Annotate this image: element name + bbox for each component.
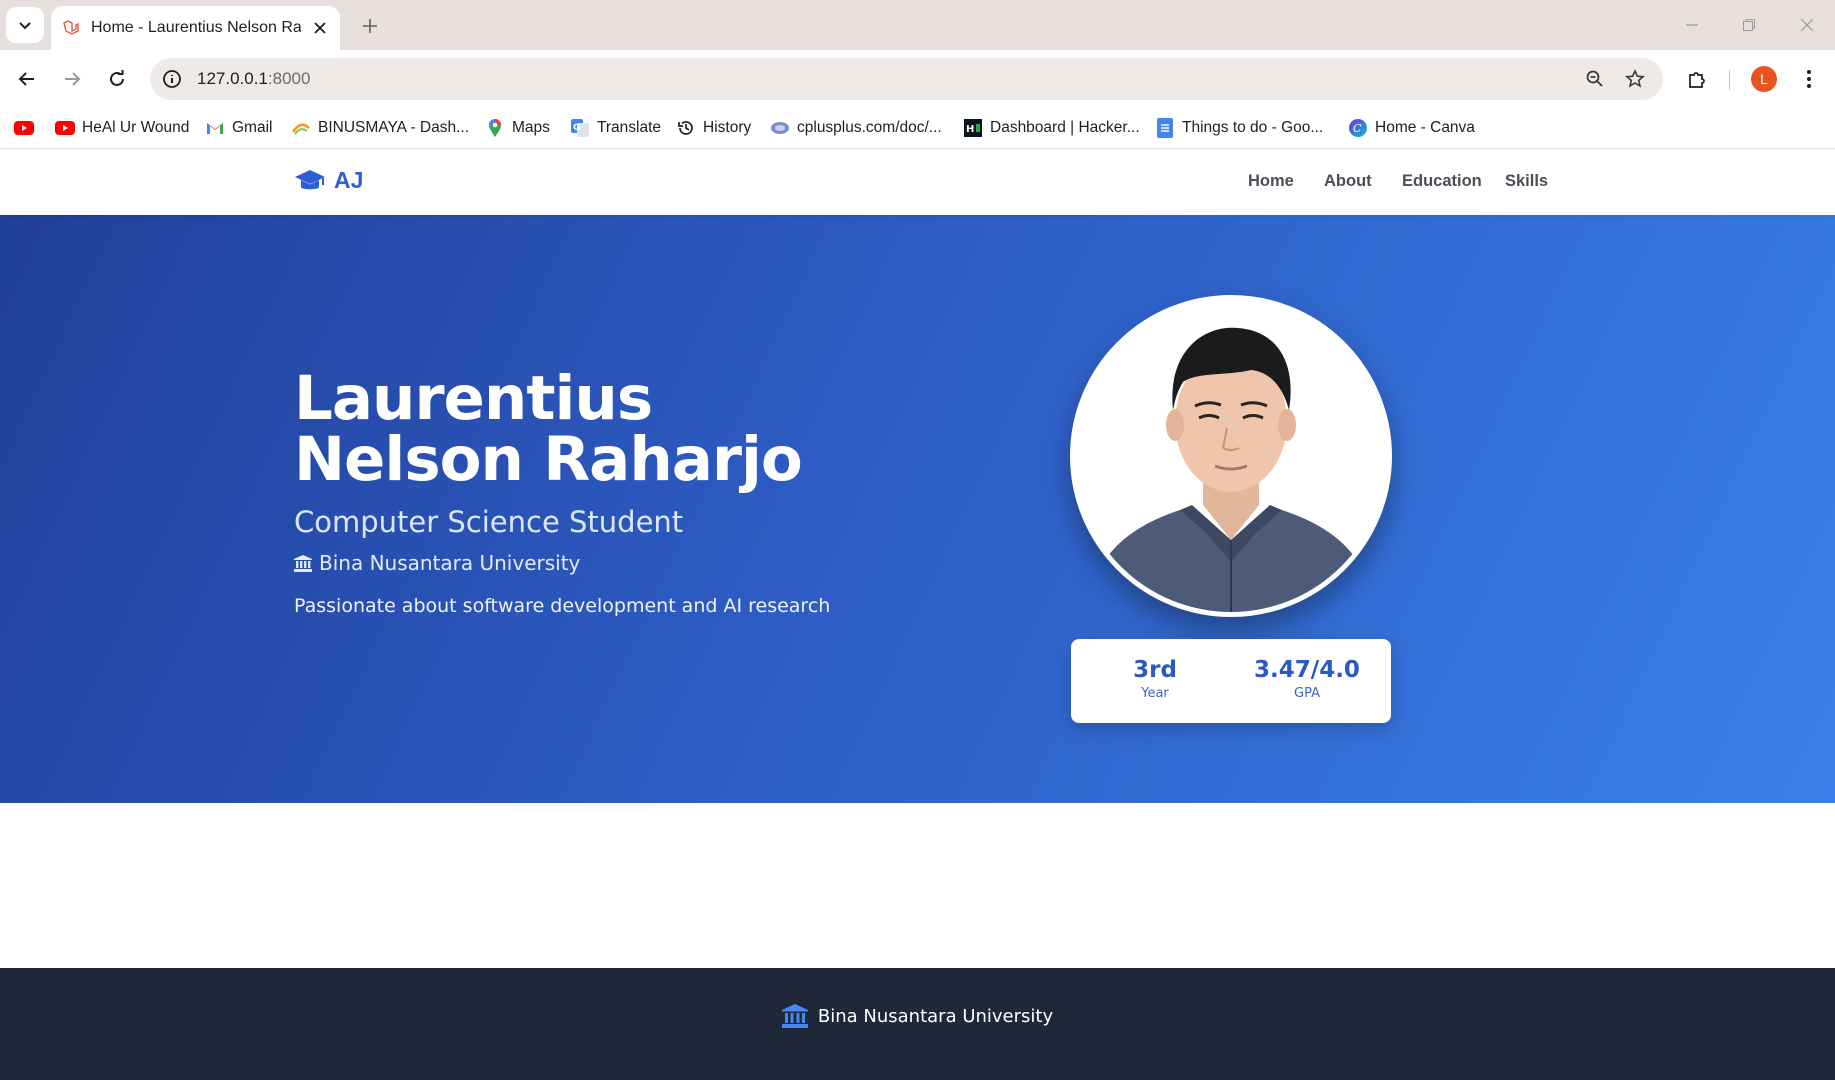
- site-info-icon[interactable]: [160, 67, 184, 91]
- bookmark-gmail[interactable]: Gmail: [205, 116, 272, 140]
- hero-tagline: Passionate about software development an…: [294, 595, 831, 617]
- puzzle-icon: [1689, 72, 1705, 88]
- bookmark-label: BINUSMAYA - Dash...: [318, 119, 470, 136]
- maps-icon: [485, 118, 505, 138]
- graduation-cap-icon: [295, 169, 325, 189]
- stat-year-value: 3rd: [1133, 657, 1177, 683]
- arrow-right-icon: [65, 72, 81, 86]
- more-vertical-icon: [1807, 70, 1811, 88]
- brand-text: AJ: [334, 167, 364, 193]
- browser-toolbar: 127.0.0.1:8000 L: [0, 50, 1835, 108]
- bookmark-translate[interactable]: G Translate: [570, 116, 661, 140]
- university-icon: [781, 1004, 808, 1028]
- bookmark-label: Maps: [512, 119, 550, 136]
- bookmark-label: cplusplus.com/doc/...: [797, 119, 942, 136]
- history-icon: [676, 118, 696, 138]
- brand-link[interactable]: AJ: [294, 167, 363, 194]
- restore-button[interactable]: [1733, 10, 1765, 40]
- laravel-favicon-icon: [61, 18, 81, 38]
- hackerrank-icon: H: [963, 118, 983, 138]
- university-icon: [294, 554, 312, 572]
- close-icon: [1800, 18, 1814, 32]
- bookmark-label: Home - Canva: [1375, 119, 1475, 136]
- restore-icon: [1743, 19, 1755, 31]
- site-footer: Bina Nusantara University: [0, 968, 1835, 1080]
- bookmark-maps[interactable]: Maps: [485, 116, 550, 140]
- stat-year-label: Year: [1141, 686, 1169, 701]
- stat-gpa: 3.47/4.0 GPA: [1237, 657, 1377, 701]
- plus-icon: [363, 19, 377, 33]
- bookmark-label: Translate: [597, 119, 662, 136]
- bookmark-label: HeAl Ur Wound: [82, 119, 190, 136]
- close-tab-icon[interactable]: [310, 18, 330, 38]
- bookmark-cplusplus[interactable]: cplusplus.com/doc/...: [770, 116, 942, 140]
- bookmark-history[interactable]: History: [676, 116, 751, 140]
- chevron-down-icon: [19, 22, 31, 30]
- back-button[interactable]: [10, 62, 44, 96]
- translate-icon: G: [570, 118, 590, 138]
- url-host: 127.0.0.1: [197, 69, 268, 88]
- close-window-button[interactable]: [1791, 10, 1823, 40]
- browser-menu-button[interactable]: [1792, 62, 1826, 96]
- reload-icon: [110, 70, 124, 86]
- youtube-icon: [55, 118, 75, 138]
- cplusplus-icon: [770, 118, 790, 138]
- binusmaya-icon: [291, 118, 311, 138]
- profile-photo: [1070, 295, 1392, 617]
- bookmark-youtube[interactable]: [14, 116, 41, 140]
- new-tab-button[interactable]: [356, 12, 384, 40]
- nav-link-about[interactable]: About: [1324, 172, 1372, 191]
- hero-role: Computer Science Student: [294, 505, 684, 539]
- zoom-icon[interactable]: [1583, 67, 1607, 91]
- svg-text:C: C: [1353, 122, 1362, 135]
- hero-university: Bina Nusantara University: [294, 551, 580, 575]
- bookmark-label: Gmail: [232, 119, 273, 136]
- google-docs-icon: [1155, 118, 1175, 138]
- bookmark-things-to-do[interactable]: Things to do - Goo...: [1155, 116, 1323, 140]
- stat-gpa-label: GPA: [1294, 686, 1320, 701]
- bookmark-hackerrank[interactable]: H Dashboard | Hacker...: [963, 116, 1140, 140]
- toolbar-divider: [1729, 70, 1730, 90]
- browser-tab-active[interactable]: Home - Laurentius Nelson Raharjo: [51, 6, 340, 50]
- url-text[interactable]: 127.0.0.1:8000: [197, 69, 310, 89]
- stat-gpa-value: 3.47/4.0: [1254, 657, 1360, 683]
- nav-link-education[interactable]: Education: [1402, 172, 1482, 191]
- bookmark-canva[interactable]: C Home - Canva: [1348, 116, 1475, 140]
- bookmark-label: History: [703, 119, 752, 136]
- youtube-icon: [14, 118, 34, 138]
- bookmark-label: Dashboard | Hacker...: [990, 119, 1140, 136]
- minimize-button[interactable]: [1676, 10, 1708, 40]
- hero-section: Laurentius Nelson Raharjo Computer Scien…: [0, 215, 1835, 803]
- extensions-button[interactable]: [1680, 62, 1714, 96]
- bookmark-label: Things to do - Goo...: [1182, 119, 1324, 136]
- svg-text:H: H: [966, 124, 974, 135]
- bookmark-heal-ur-wound[interactable]: HeAl Ur Wound: [55, 116, 189, 140]
- svg-text:G: G: [573, 123, 580, 133]
- canva-icon: C: [1348, 118, 1368, 138]
- nav-link-skills[interactable]: Skills: [1505, 172, 1548, 191]
- bookmark-star-icon[interactable]: [1623, 67, 1647, 91]
- hero-name: Laurentius Nelson Raharjo: [294, 363, 803, 495]
- tab-title: Home - Laurentius Nelson Raharjo: [91, 19, 301, 36]
- address-bar[interactable]: 127.0.0.1:8000: [150, 58, 1663, 100]
- forward-button[interactable]: [55, 62, 89, 96]
- minimize-icon: [1686, 24, 1698, 26]
- url-port: :8000: [267, 69, 311, 88]
- stats-card: 3rd Year 3.47/4.0 GPA: [1071, 639, 1391, 723]
- bookmark-binusmaya[interactable]: BINUSMAYA - Dash...: [291, 116, 469, 140]
- bookmarks-bar: HeAl Ur Wound Gmail BINUSMAYA - Dash... …: [0, 108, 1835, 149]
- footer-university: Bina Nusantara University: [817, 1005, 1054, 1027]
- footer-content: Bina Nusantara University: [0, 1004, 1835, 1028]
- stat-year: 3rd Year: [1085, 657, 1225, 701]
- tab-search-button[interactable]: [6, 7, 44, 43]
- site-navbar: AJ Home About Education Skills: [0, 150, 1835, 215]
- reload-button[interactable]: [100, 62, 134, 96]
- gmail-icon: [205, 118, 225, 138]
- browser-tabstrip: Home - Laurentius Nelson Raharjo: [0, 0, 1835, 50]
- profile-avatar[interactable]: L: [1751, 66, 1777, 92]
- hero-university-label: Bina Nusantara University: [319, 551, 581, 575]
- arrow-left-icon: [18, 72, 34, 86]
- nav-link-home[interactable]: Home: [1248, 172, 1294, 191]
